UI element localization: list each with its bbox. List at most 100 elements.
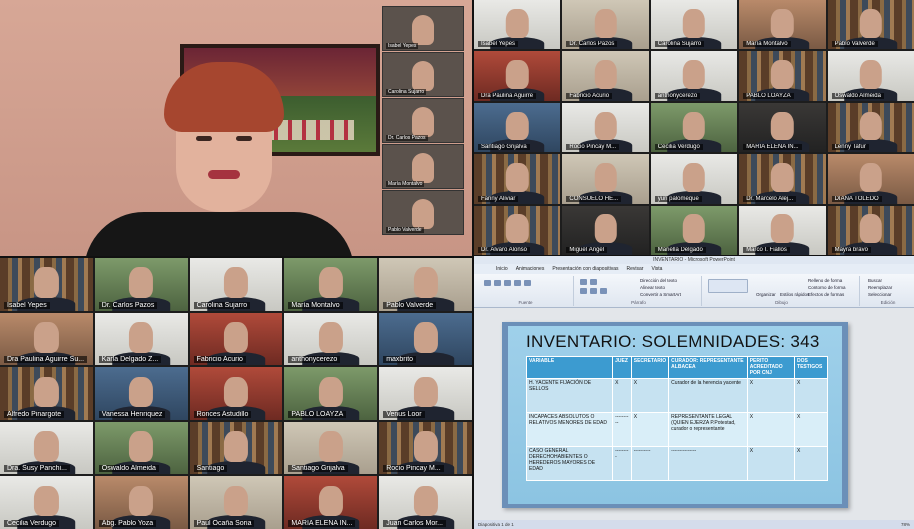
participant-tile-maria-elena-in[interactable]: MARIA ELENA IN... [739,102,826,153]
participant-tile-carolina-sujarro[interactable]: Carolina Sujarro [650,0,738,50]
thumbnail-carolina-sujarro[interactable]: Carolina Sujarro [382,52,464,97]
tab-revisar[interactable]: Revisar [626,264,643,274]
participant-tile-fanny-aliviar[interactable]: Fanny Aliviar [474,154,561,204]
shape-effects-button[interactable]: Efectos de formas [808,292,844,297]
participant-tile-pablo-valverde[interactable]: Pablo Valverde [379,258,472,311]
shape-fill-button[interactable]: Relleno de forma [808,278,842,283]
participant-name: Rocio Pincay M... [566,144,620,151]
participant-tile-abg-pablo-yoza[interactable]: Abg. Pablo Yoza [94,476,188,529]
participant-name: PABLO LOAYZA [743,92,794,99]
participant-tile-mariella-delgado[interactable]: Mariella Delgado [650,205,738,255]
participant-tile-fabricio-acurio[interactable]: Fabricio Acurio [562,51,649,101]
align-center-icon[interactable] [590,288,597,294]
participant-tile-dra-susy-panchi[interactable]: Dra. Susy Panchi... [0,421,93,475]
participant-tile-rocio-pincay-m[interactable]: Rocio Pincay M... [562,102,649,153]
participant-face [682,8,706,38]
participant-tile-santiago-grijalva[interactable]: Santiago Grijalva [474,102,561,153]
thumbnail-dr-carlos-pazos[interactable]: Dr. Carlos Pazos [382,98,464,143]
align-right-icon[interactable] [600,288,607,294]
participant-tile-dr-carlos-pazos[interactable]: Dr. Carlos Pazos [94,258,188,311]
participant-tile-dr-carlos-pazos[interactable]: Dr. Carlos Pazos [562,0,649,50]
replace-button[interactable]: Reemplazar [868,285,892,290]
participant-tile-santiago[interactable]: Santiago [189,421,283,475]
participant-tile-dr-marcelo-alej[interactable]: Dr. Marcelo Alej... [739,154,826,204]
column-header: PERITO ACREDITADO POR CNJ [746,356,796,379]
participant-tile-carolina-sujarro[interactable]: Carolina Sujarro [189,258,283,311]
participant-tile-maria-montalvo[interactable]: María Montalvo [284,258,378,311]
participant-tile-lenny-tafur[interactable]: Lenny Tafur [827,102,914,153]
slide[interactable]: INVENTARIO: SOLEMNIDADES: 343 VARIABLE JU… [502,322,848,508]
participant-tile-venus-loor[interactable]: Venus Loor [379,367,472,420]
participant-tile-anthonycerezo[interactable]: anthonycerezo [650,51,738,101]
participant-tile-isabel-yepes[interactable]: Isabel Yepes [0,258,93,311]
bold-icon[interactable] [484,280,491,286]
shape-outline-button[interactable]: Contorno de forma [808,285,846,290]
thumbnail-maria-montalvo[interactable]: María Montalvo [382,144,464,189]
shapes-gallery-icon[interactable] [708,279,748,293]
participant-tile-oswaldo-almeida[interactable]: Oswaldo Almeida [94,421,188,475]
participant-tile-yuri-palomeque[interactable]: yuri palomeque [650,154,738,204]
participant-tile-rocio-pincay-m[interactable]: Rocio Pincay M... [379,421,472,475]
align-left-icon[interactable] [580,288,587,294]
numbering-icon[interactable] [590,279,597,285]
text-direction-button[interactable]: Dirección del texto [640,278,677,283]
italic-icon[interactable] [494,280,501,286]
participant-tile-diana-toledo[interactable]: DIANA TOLEDO [827,154,914,204]
participant-face [34,485,59,517]
smartart-button[interactable]: Convertir a SmartArt [640,292,681,297]
align-text-button[interactable]: Alinear texto [640,285,665,290]
table-cell: X [746,412,796,447]
font-color-icon[interactable] [524,280,531,286]
tab-vista[interactable]: Vista [651,264,662,274]
participant-tile-juan-carlos-mor[interactable]: Juan Carlos Mor... [379,476,472,529]
participant-name: Fabricio Acurio [566,92,613,99]
participant-face [771,8,794,38]
participant-name: Rocio Pincay M... [383,465,444,473]
participant-tile-isabel-yepes[interactable]: Isabel Yepes [474,0,561,50]
participant-tile-alfredo-pinargote[interactable]: Alfredo Pinargote [0,367,93,420]
participant-tile-santiago-grijalva[interactable]: Santiago Grijalva [284,421,378,475]
participant-tile-consuelo-he[interactable]: CONSUELO HE... [562,154,649,204]
participant-tile-maxbrito[interactable]: maxbrito [379,312,472,366]
underline-icon[interactable] [504,280,511,286]
participant-tile-dra-paulina-aguirre[interactable]: Dra Paulina Aguirre [474,51,561,101]
thumbnail-isabel-yepes[interactable]: Isabel Yepes [382,6,464,51]
select-button[interactable]: Seleccionar [868,292,892,297]
participant-tile-pablo-loayza[interactable]: PABLO LOAYZA [284,367,378,420]
participant-tile-mayra-bravo[interactable]: Mayra bravo [827,205,914,255]
participant-name: Fabricio Acurio [193,356,246,364]
inventory-table[interactable]: VARIABLE JUEZ SECRETARIO CURADOR: REPRESENT… [525,356,828,481]
tab-animaciones[interactable]: Animaciones [516,264,545,274]
participant-tile-cecilia-verdugo[interactable]: Cecilia Verdugo [0,476,93,529]
bullets-icon[interactable] [580,279,587,285]
arrange-button[interactable]: Organizar [756,292,776,297]
participant-tile-miguel-angel[interactable]: Miguel Ángel [562,205,649,255]
tab-inicio[interactable]: Inicio [496,264,508,274]
thumbnail-pablo-valverde[interactable]: Pablo Valverde [382,190,464,235]
zoom-level[interactable]: 78% [901,520,910,529]
participant-tile-dra-paulina-aguirre-su[interactable]: Dra Paulina Aguirre Su... [0,312,93,366]
participant-tile-pablo-loayza[interactable]: PABLO LOAYZA [739,51,826,101]
participant-tile-anthonycerezo[interactable]: anthonycerezo [284,312,378,366]
strikethrough-icon[interactable] [514,280,521,286]
participant-tile-fabricio-acurio[interactable]: Fabricio Acurio [189,312,283,366]
participant-tile-paul-ocana-soria[interactable]: Paul Ocaña Soria [189,476,283,529]
participant-tile-karla-delgado-z[interactable]: Karla Delgado Z... [94,312,188,366]
participant-tile-ronces-astudillo[interactable]: Ronces Astudillo [189,367,283,420]
participant-tile-pablo-valverde[interactable]: Pablo Valverde [827,0,914,50]
find-button[interactable]: Buscar [868,278,882,283]
participant-tile-cecilia-verdugo[interactable]: Cecilia Verdugo [650,102,738,153]
participant-tile-oswaldo-almeida[interactable]: Oswaldo Almeida [827,51,914,101]
table-cell: --------------- [668,446,748,481]
participant-tile-maria-montalvo[interactable]: María Montalvo [739,0,826,50]
participant-tile-dr-alvaro-alonso[interactable]: Dr. Álvaro Alonso [474,205,561,255]
table-cell: REPRESENTANTE LEGAL (QUIEN EJERZA P.Pote… [668,412,748,447]
slide-title[interactable]: INVENTARIO: SOLEMNIDADES: 343 [526,332,820,352]
participant-tile-marco-i-fiallos[interactable]: Marco I. Fiallos [739,205,826,255]
participant-thumbnail-strip[interactable]: Isabel Yepes Carolina Sujarro Dr. Carlos P… [382,6,464,236]
tab-presentacion-con-diapositivas[interactable]: Presentación con diapositivas [552,264,618,274]
quick-styles-button[interactable]: Estilos rápidos [780,292,809,297]
participant-tile-maria-elena-in[interactable]: MARIA ELENA IN... [284,476,378,529]
group-label: Párrafo [631,300,646,305]
participant-tile-vanessa-henriquez[interactable]: Vanessa Henriquez [94,367,188,420]
